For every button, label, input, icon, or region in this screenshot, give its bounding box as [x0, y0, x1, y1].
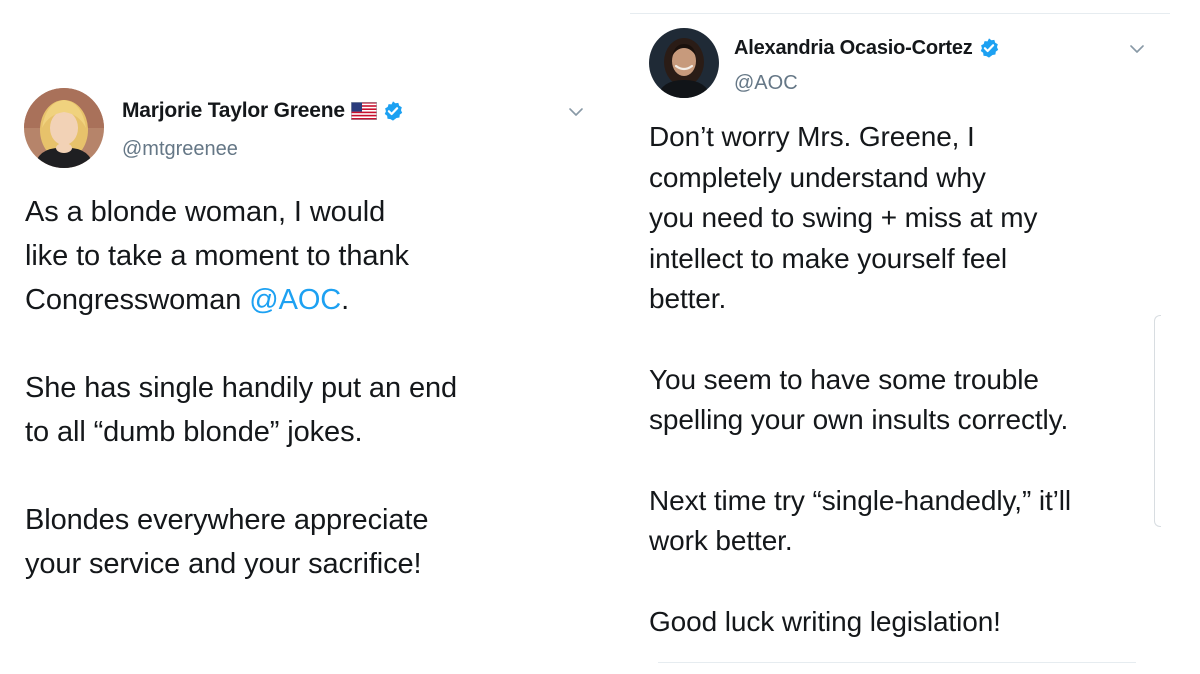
- chevron-down-icon[interactable]: [568, 107, 584, 117]
- tweet-paragraph: Blondes everywhere appreciate your servi…: [25, 504, 429, 580]
- avatar[interactable]: [649, 28, 719, 98]
- us-flag-icon: [350, 102, 377, 120]
- tweet-text-segment: As a blonde woman, I would like to take …: [25, 196, 409, 316]
- tweet-text: As a blonde woman, I would like to take …: [25, 190, 605, 586]
- scrollbar-edge: [1154, 315, 1161, 527]
- tweet-paragraph: Good luck writing legislation!: [649, 605, 1001, 637]
- mention-link[interactable]: @AOC: [249, 284, 341, 316]
- divider: [630, 13, 1170, 14]
- tweet-paragraph: Don’t worry Mrs. Greene, I completely un…: [649, 121, 1038, 314]
- author-handle[interactable]: @mtgreenee: [122, 138, 238, 161]
- author-handle[interactable]: @AOC: [734, 72, 798, 95]
- profile-photo-icon: [649, 28, 719, 98]
- author-name-row: Alexandria Ocasio-Cortez: [734, 34, 1000, 62]
- tweet-paragraph: Next time try “single-handedly,” it’ll w…: [649, 484, 1072, 557]
- tweet-paragraph: As a blonde woman, I would like to take …: [25, 190, 605, 322]
- chevron-down-icon[interactable]: [1129, 44, 1145, 54]
- author-display-name[interactable]: Marjorie Taylor Greene: [122, 99, 345, 123]
- divider: [658, 662, 1136, 663]
- author-name-row: Marjorie Taylor Greene: [122, 97, 404, 125]
- verified-badge-icon: [978, 37, 1000, 59]
- verified-badge-icon: [382, 100, 404, 122]
- tweet-paragraph: You seem to have some trouble spelling y…: [649, 363, 1069, 436]
- tweet-paragraph: She has single handily put an end to all…: [25, 372, 458, 448]
- tweet-card-right: Alexandria Ocasio-Cortez @AOC Don’t worr…: [630, 0, 1200, 674]
- tweet-card-left: Marjorie Taylor Greene @mtgreenee As a b…: [0, 0, 610, 674]
- author-display-name[interactable]: Alexandria Ocasio-Cortez: [734, 37, 973, 60]
- profile-photo-icon: [24, 88, 104, 168]
- tweet-text: Don’t worry Mrs. Greene, I completely un…: [649, 117, 1189, 642]
- tweet-text-segment: .: [341, 284, 350, 316]
- avatar[interactable]: [24, 88, 104, 168]
